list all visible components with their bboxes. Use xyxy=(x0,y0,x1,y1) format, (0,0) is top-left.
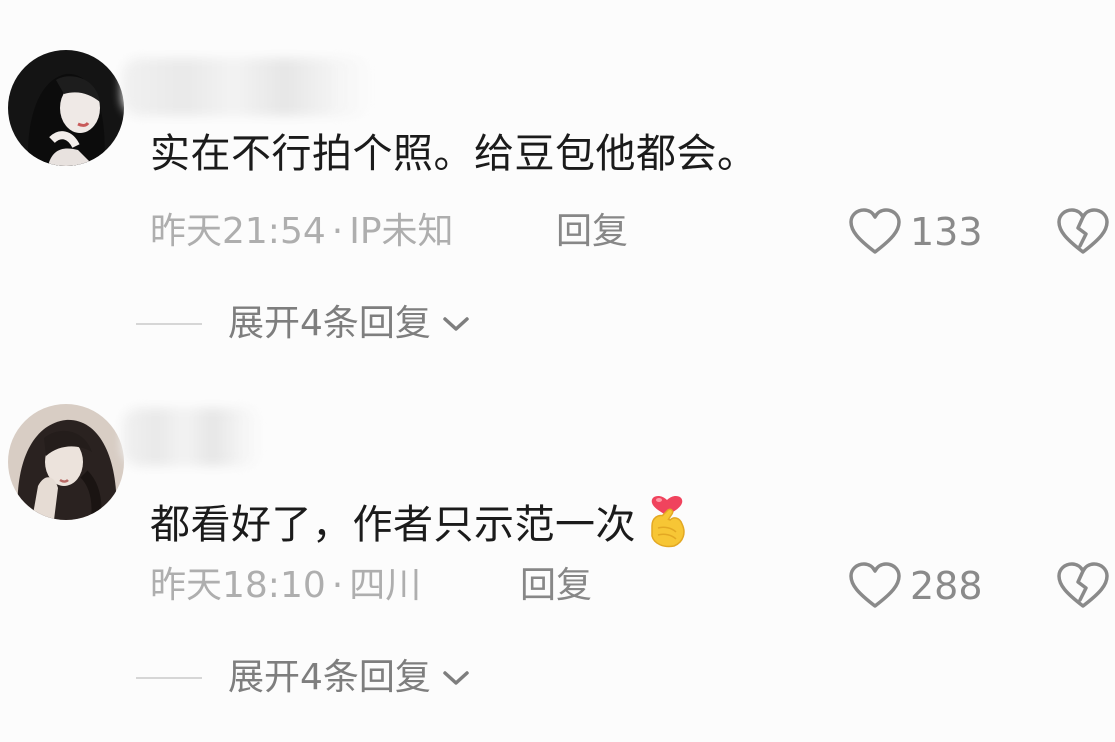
comment-item: 都看好了，作者只示范一次 昨天18:10 · 四川 回复 288 展开4条回复 xyxy=(0,370,1115,740)
meta-separator: · xyxy=(331,565,344,606)
heart-icon xyxy=(849,562,901,608)
comment-text: 实在不行拍个照。给豆包他都会。 xyxy=(150,131,758,177)
divider-line xyxy=(136,323,202,325)
comment-location: IP未知 xyxy=(349,211,454,252)
username[interactable] xyxy=(122,58,372,116)
reply-button[interactable]: 回复 xyxy=(556,210,628,254)
like-button[interactable]: 288 xyxy=(848,562,983,610)
comment-meta: 昨天21:54 · IP未知 xyxy=(150,210,454,254)
expand-replies-label: 展开4条回复 xyxy=(228,303,431,344)
heart-icon xyxy=(849,208,901,254)
comment-item: 实在不行拍个照。给豆包他都会。 昨天21:54 · IP未知 回复 133 展开4条… xyxy=(0,0,1115,370)
divider-line xyxy=(136,677,202,679)
like-button[interactable]: 133 xyxy=(848,208,983,256)
like-count: 133 xyxy=(910,210,983,254)
broken-heart-icon[interactable] xyxy=(1056,208,1110,256)
avatar[interactable] xyxy=(8,404,124,520)
comment-time: 昨天21:54 xyxy=(150,211,326,252)
chevron-down-icon xyxy=(443,317,469,331)
broken-heart-icon[interactable] xyxy=(1056,562,1110,610)
finger-heart-emoji xyxy=(651,496,685,548)
comment-location: 四川 xyxy=(349,565,422,606)
meta-separator: · xyxy=(331,211,344,252)
avatar[interactable] xyxy=(8,50,124,166)
expand-replies-button[interactable]: 展开4条回复 xyxy=(136,656,471,700)
reply-button[interactable]: 回复 xyxy=(520,564,592,608)
comment-meta: 昨天18:10 · 四川 xyxy=(150,564,421,608)
expand-replies-label: 展开4条回复 xyxy=(228,657,431,698)
comment-text-content: 都看好了，作者只示范一次 xyxy=(150,502,636,548)
like-count: 288 xyxy=(910,564,983,608)
expand-replies-button[interactable]: 展开4条回复 xyxy=(136,302,471,346)
username[interactable] xyxy=(122,408,262,466)
comment-time: 昨天18:10 xyxy=(150,565,326,606)
comment-text: 都看好了，作者只示范一次 xyxy=(150,486,690,549)
chevron-down-icon xyxy=(443,671,469,685)
